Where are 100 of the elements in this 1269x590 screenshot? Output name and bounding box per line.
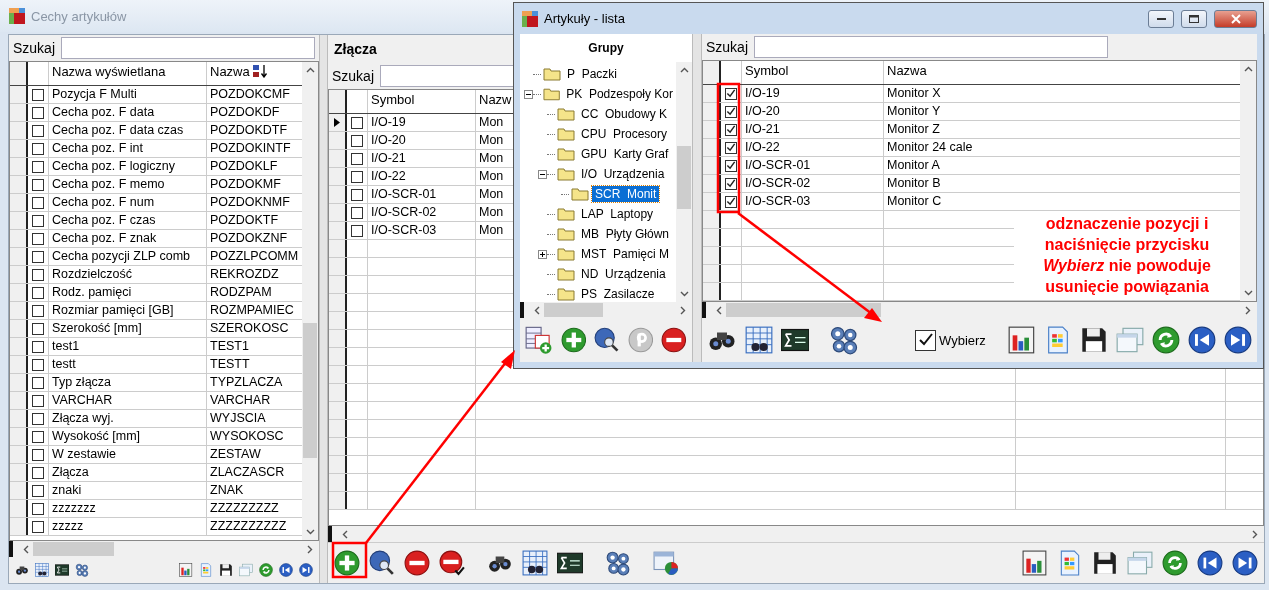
checkbox[interactable] xyxy=(32,232,44,245)
row-header-cell[interactable] xyxy=(703,247,721,264)
row-header-cell[interactable] xyxy=(329,114,347,131)
row-header-cell[interactable] xyxy=(10,464,28,481)
row-header-cell[interactable] xyxy=(329,366,347,383)
row-header-cell[interactable] xyxy=(703,211,721,228)
checkbox[interactable] xyxy=(32,412,44,425)
tree-item[interactable]: PK Podzespoły Kor xyxy=(563,86,676,102)
close-button[interactable] xyxy=(1214,9,1257,28)
row-header-cell[interactable] xyxy=(329,492,347,509)
maximize-button[interactable] xyxy=(1181,9,1207,28)
gears-icon[interactable] xyxy=(75,563,89,577)
row-header-cell[interactable] xyxy=(329,294,347,311)
scroll-right-icon[interactable] xyxy=(307,544,313,554)
checkbox[interactable] xyxy=(32,196,44,209)
checkbox[interactable] xyxy=(32,250,44,263)
checkbox[interactable] xyxy=(32,520,44,533)
bar-chart-icon[interactable] xyxy=(1022,550,1048,576)
row-header-cell[interactable] xyxy=(329,240,347,257)
row-header-cell[interactable] xyxy=(329,168,347,185)
checkbox[interactable] xyxy=(32,124,44,137)
row-header-cell[interactable] xyxy=(10,86,28,103)
scroll-thumb[interactable] xyxy=(303,323,317,458)
scroll-down-icon[interactable] xyxy=(305,529,315,535)
checkbox[interactable] xyxy=(725,195,737,208)
tree-item[interactable]: ND Urządzenia xyxy=(578,266,669,282)
checkbox[interactable] xyxy=(32,502,44,515)
row-header-cell[interactable] xyxy=(329,222,347,239)
checkbox[interactable] xyxy=(351,116,363,129)
checkbox[interactable] xyxy=(32,376,44,389)
column-header[interactable]: Symbol xyxy=(742,61,884,84)
row-header-cell[interactable] xyxy=(703,283,721,300)
save-icon[interactable] xyxy=(219,563,233,577)
scroll-thumb[interactable] xyxy=(677,146,691,210)
row-header-cell[interactable] xyxy=(703,265,721,282)
formula-board-icon[interactable] xyxy=(557,550,583,576)
row-header-cell[interactable] xyxy=(329,312,347,329)
scroll-down-icon[interactable] xyxy=(1243,290,1253,296)
bar-chart-icon[interactable] xyxy=(179,563,193,577)
gears-icon[interactable] xyxy=(829,325,859,355)
table-binoculars-icon[interactable] xyxy=(35,563,49,577)
minimize-button[interactable] xyxy=(1148,9,1174,28)
plus-icon[interactable] xyxy=(560,327,587,353)
checkbox[interactable] xyxy=(32,448,44,461)
horizontal-scrollbar[interactable] xyxy=(520,302,692,318)
scroll-thumb[interactable] xyxy=(544,303,604,317)
row-header-cell[interactable] xyxy=(10,338,28,355)
scroll-up-icon[interactable] xyxy=(305,67,315,73)
scroll-left-icon[interactable] xyxy=(534,305,540,315)
bar-chart-icon[interactable] xyxy=(1008,326,1036,354)
row-header-cell[interactable] xyxy=(10,500,28,517)
row-header-cell[interactable] xyxy=(10,302,28,319)
column-header[interactable]: Symbol xyxy=(368,90,476,113)
checkbox[interactable] xyxy=(351,188,363,201)
formula-board-icon[interactable] xyxy=(781,326,809,354)
skip-forward-icon[interactable] xyxy=(1232,550,1258,576)
close-icon[interactable] xyxy=(1230,13,1241,24)
refresh-icon[interactable] xyxy=(1162,550,1188,576)
vertical-scrollbar[interactable] xyxy=(302,62,318,540)
row-header-cell[interactable] xyxy=(329,438,347,455)
checkbox[interactable] xyxy=(32,304,44,317)
skip-forward-icon[interactable] xyxy=(1224,326,1252,354)
column-header[interactable]: Nazwa xyxy=(884,61,1240,84)
row-header-cell[interactable] xyxy=(10,446,28,463)
tree-item[interactable]: SCR Monit xyxy=(592,186,660,202)
row-header-cell[interactable] xyxy=(10,374,28,391)
scroll-left-icon[interactable] xyxy=(342,529,348,539)
row-header-cell[interactable] xyxy=(10,176,28,193)
scroll-up-icon[interactable] xyxy=(1243,66,1253,72)
checkbox[interactable] xyxy=(32,340,44,353)
document-icon[interactable] xyxy=(199,563,213,577)
scroll-down-icon[interactable] xyxy=(679,291,689,297)
checkbox[interactable] xyxy=(32,160,44,173)
row-header-cell[interactable] xyxy=(329,420,347,437)
window-chart-icon[interactable] xyxy=(653,550,679,576)
scroll-left-icon[interactable] xyxy=(23,544,29,554)
tree-item[interactable]: MST Pamięci M xyxy=(578,246,672,262)
row-header-cell[interactable] xyxy=(10,428,28,445)
row-header-cell[interactable] xyxy=(10,104,28,121)
vertical-scrollbar[interactable] xyxy=(1240,61,1256,301)
search-field[interactable] xyxy=(754,36,1109,58)
checkbox[interactable] xyxy=(32,142,44,155)
row-header-cell[interactable] xyxy=(329,204,347,221)
row-header-cell[interactable] xyxy=(10,284,28,301)
row-header-cell[interactable] xyxy=(10,230,28,247)
table-binoculars-icon[interactable] xyxy=(745,326,773,354)
row-header-cell[interactable] xyxy=(329,474,347,491)
checkbox[interactable] xyxy=(32,214,44,227)
scroll-left-icon[interactable] xyxy=(716,305,722,315)
row-header-cell[interactable] xyxy=(10,212,28,229)
checkbox[interactable] xyxy=(915,329,936,351)
table-add-icon[interactable] xyxy=(525,326,553,354)
row-header-cell[interactable] xyxy=(329,402,347,419)
maximize-icon[interactable] xyxy=(1189,14,1199,23)
minus-icon[interactable] xyxy=(404,550,430,576)
row-header-cell[interactable] xyxy=(10,482,28,499)
checkbox[interactable] xyxy=(32,394,44,407)
row-header-cell[interactable] xyxy=(10,266,28,283)
skip-back-icon[interactable] xyxy=(1197,550,1223,576)
checkbox[interactable] xyxy=(351,224,363,237)
